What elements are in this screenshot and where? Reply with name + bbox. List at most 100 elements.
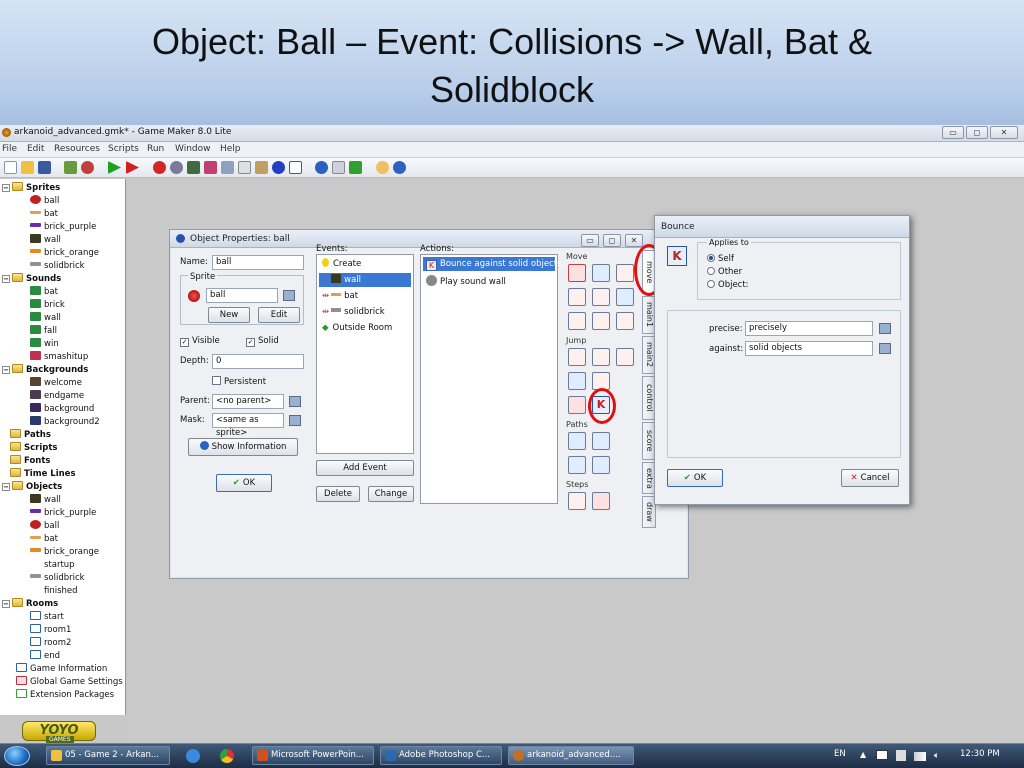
tree-global-settings[interactable]: Global Game Settings [16,676,123,689]
tree-folder-paths[interactable]: Paths [10,429,51,442]
dialog-maximize-button[interactable]: ◻ [603,234,621,247]
tree-extension-packages[interactable]: Extension Packages [16,689,114,702]
precise-menu-icon[interactable] [879,323,891,334]
save-icon[interactable] [38,161,51,174]
tree-item[interactable]: ball [30,195,59,208]
delete-event-button[interactable]: Delete [316,486,360,502]
solid-checkbox[interactable]: ✓ Solid [246,336,279,347]
action-item[interactable]: K Bounce against solid objects [423,257,562,271]
reverse-horizontal-icon[interactable] [568,312,586,330]
step-avoiding-icon[interactable] [592,492,610,510]
tree-item[interactable]: bat [30,533,58,546]
maximize-button[interactable]: ◻ [966,126,988,139]
precise-select[interactable]: precisely [745,321,873,336]
tree-item[interactable]: brick_purple [30,507,96,520]
tree-item[interactable]: brick_orange [30,546,99,559]
tree-folder-fonts[interactable]: Fonts [10,455,50,468]
tree-item[interactable]: welcome [30,377,82,390]
menu-run[interactable]: Run [147,144,164,154]
sprite-select[interactable]: ball [206,288,278,303]
event-item[interactable]: ◆ Outside Room [319,321,411,335]
add-script-icon[interactable] [221,161,234,174]
name-input[interactable]: ball [212,255,304,270]
action-item[interactable]: Play sound wall [423,275,555,289]
tree-folder-scripts[interactable]: Scripts [10,442,57,455]
tree-item[interactable]: room1 [30,624,71,637]
against-menu-icon[interactable] [879,343,891,354]
ie-icon[interactable] [186,749,200,763]
end-path-icon[interactable] [592,432,610,450]
global-settings-icon[interactable] [332,161,345,174]
tree-item[interactable]: brick [30,299,65,312]
edit-sprite-button[interactable]: Edit [258,307,300,323]
tree-item[interactable]: solidbrick [30,260,85,273]
task-powerpoint[interactable]: Microsoft PowerPoin... [252,746,374,765]
applies-other-radio[interactable]: Other [707,267,742,277]
step-towards-icon[interactable] [568,492,586,510]
open-file-icon[interactable] [21,161,34,174]
reverse-vertical-icon[interactable] [592,312,610,330]
tree-item[interactable]: smashitup [30,351,88,364]
tree-item[interactable]: ball [30,520,59,533]
chrome-icon[interactable] [220,749,234,763]
advanced-mode-icon[interactable] [376,161,389,174]
add-sound-icon[interactable] [170,161,183,174]
keyboard-tray-icon[interactable] [876,750,888,760]
persistent-checkbox[interactable]: Persistent [212,376,266,387]
add-event-button[interactable]: Add Event [316,460,414,476]
event-item[interactable]: Create [319,257,411,271]
tree-item[interactable]: brick_orange [30,247,99,260]
applies-self-radio[interactable]: Self [707,254,734,264]
tree-item[interactable]: fall [30,325,57,338]
parent-menu-icon[interactable] [289,396,301,407]
tree-item[interactable]: bat [30,286,58,299]
sprite-menu-icon[interactable] [283,290,295,301]
add-sprite-icon[interactable] [153,161,166,174]
menu-edit[interactable]: Edit [27,144,44,154]
extension-icon[interactable] [349,161,362,174]
path-speed-icon[interactable] [592,456,610,474]
event-item[interactable]: ⇹ wall [319,273,411,287]
clock[interactable]: 12:30 PM [960,749,1000,759]
set-gravity-icon[interactable] [616,288,634,306]
tree-item[interactable]: endgame [30,390,84,403]
tree-item[interactable]: solidbrick [30,572,85,585]
menu-help[interactable]: Help [220,144,241,154]
ok-button[interactable]: ✔ OK [216,474,272,492]
tree-folder-rooms[interactable]: − Rooms [2,598,58,611]
align-to-grid-icon[interactable] [568,372,586,390]
tree-folder-timelines[interactable]: Time Lines [10,468,76,481]
add-object-icon[interactable] [272,161,285,174]
menu-file[interactable]: File [2,144,17,154]
move-fixed-icon[interactable] [568,264,586,282]
tree-item[interactable]: brick_purple [30,221,96,234]
tree-folder-sounds[interactable]: − Sounds [2,273,61,286]
help-icon[interactable] [393,161,406,174]
jump-to-start-icon[interactable] [592,348,610,366]
speed-horizontal-icon[interactable] [568,288,586,306]
start-button[interactable] [4,746,30,766]
bounce-ok-button[interactable]: ✔ OK [667,469,723,487]
move-free-icon[interactable] [592,264,610,282]
tree-item[interactable]: wall [30,312,61,325]
mask-menu-icon[interactable] [289,415,301,426]
new-file-icon[interactable] [4,161,17,174]
menu-scripts[interactable]: Scripts [108,144,139,154]
debug-icon[interactable] [126,161,139,174]
network-icon[interactable] [914,752,926,761]
bounce-cancel-button[interactable]: ✕ Cancel [841,469,899,487]
add-background-icon[interactable] [187,161,200,174]
show-information-button[interactable]: Show Information [188,438,298,456]
mask-select[interactable]: <same as sprite> [212,413,284,438]
change-event-button[interactable]: Change [368,486,414,502]
tree-item[interactable]: startup [44,559,75,572]
volume-icon[interactable]: 🔈︎ [934,751,939,761]
dialog-minimize-button[interactable]: ▭ [581,234,599,247]
tree-item[interactable]: wall [30,234,61,247]
tree-game-information[interactable]: Game Information [16,663,107,676]
speed-vertical-icon[interactable] [592,288,610,306]
minimize-button[interactable]: ▭ [942,126,964,139]
tree-item[interactable]: room2 [30,637,71,650]
tree-item[interactable]: bat [30,208,58,221]
publish-icon[interactable] [81,161,94,174]
